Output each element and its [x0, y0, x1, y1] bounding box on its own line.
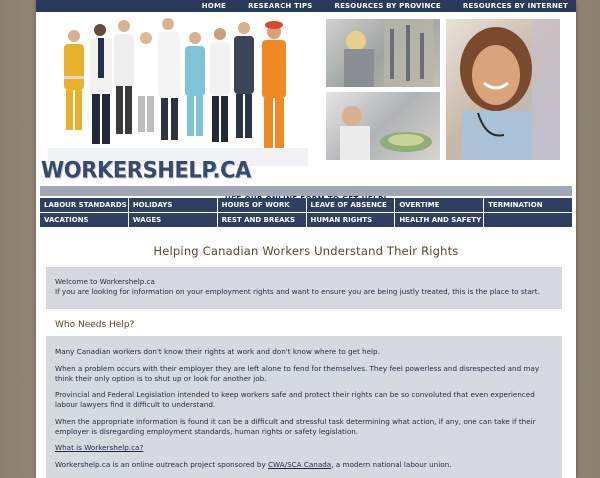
- welcome-box: Welcome to Workershelp.ca If you are loo…: [46, 267, 562, 309]
- nav-home-link[interactable]: HOME: [188, 2, 226, 10]
- paragraph-3: Provincial and Federal Legislation inten…: [55, 390, 535, 409]
- sponsor-prefix: Workershelp.ca is an online outreach pro…: [55, 459, 268, 469]
- sponsor-paragraph: Workershelp.ca is an online outreach pro…: [55, 460, 553, 470]
- menu-empty-cell: [484, 213, 572, 227]
- menu-holidays[interactable]: HOLIDAYS: [128, 198, 217, 212]
- menu-overtime[interactable]: OVERTIME: [395, 198, 484, 212]
- menu-labour-standards[interactable]: LABOUR STANDARDS: [40, 198, 128, 212]
- menu-termination[interactable]: TERMINATION: [484, 198, 572, 212]
- menu-human-rights[interactable]: HUMAN RIGHTS: [306, 213, 395, 227]
- sponsor-suffix: , a modern national labour union.: [331, 459, 452, 469]
- header: WORKERSHELP.CA: [36, 12, 576, 186]
- section-title: Who Needs Help?: [55, 320, 135, 330]
- what-is-paragraph: What is Workershelp.ca?: [55, 443, 553, 453]
- topic-menu: LABOUR STANDARDS HOLIDAYS HOURS OF WORK …: [40, 198, 572, 227]
- menu-rest-and-breaks[interactable]: REST AND BREAKS: [217, 213, 306, 227]
- menu-vacations[interactable]: VACATIONS: [40, 213, 128, 227]
- online-form-banner[interactable]: USE OUR ONLINE FORM TO GET HELP!: [40, 186, 572, 203]
- page: HOME RESEARCH TIPS RESOURCES BY PROVINCE…: [36, 0, 576, 478]
- menu-wages[interactable]: WAGES: [128, 213, 217, 227]
- what-is-link[interactable]: What is Workershelp.ca?: [55, 443, 143, 452]
- top-navigation: HOME RESEARCH TIPS RESOURCES BY PROVINCE…: [36, 0, 576, 12]
- menu-leave-of-absence[interactable]: LEAVE OF ABSENCE: [306, 198, 395, 212]
- nav-resources-province-link[interactable]: RESOURCES BY PROVINCE: [320, 2, 440, 10]
- menu-health-and-safety[interactable]: HEALTH AND SAFETY: [395, 213, 484, 227]
- nurse-photo: [446, 19, 560, 160]
- paragraph-2: When a problem occurs with their employe…: [55, 363, 540, 383]
- site-logo[interactable]: WORKERSHELP.CA: [41, 157, 251, 184]
- welcome-title: Welcome to Workershelp.ca: [55, 277, 155, 286]
- worker-photo-2: [326, 92, 440, 160]
- workers-group-image: [48, 18, 308, 166]
- paragraph-1: Many Canadian workers don't know their r…: [55, 347, 380, 356]
- worker-photo-1: [326, 19, 440, 87]
- welcome-text: If you are looking for information on yo…: [55, 287, 540, 296]
- page-headline: Helping Canadian Workers Understand Thei…: [153, 244, 459, 258]
- paragraph-4: When the appropriate information is foun…: [55, 416, 536, 436]
- who-needs-help-box: Many Canadian workers don't know their r…: [46, 336, 562, 478]
- menu-hours-of-work[interactable]: HOURS OF WORK: [217, 198, 306, 212]
- nav-research-tips-link[interactable]: RESEARCH TIPS: [234, 2, 312, 10]
- nav-resources-internet-link[interactable]: RESOURCES BY INTERNET: [449, 2, 568, 10]
- sponsor-link[interactable]: CWA/SCA Canada: [268, 460, 331, 469]
